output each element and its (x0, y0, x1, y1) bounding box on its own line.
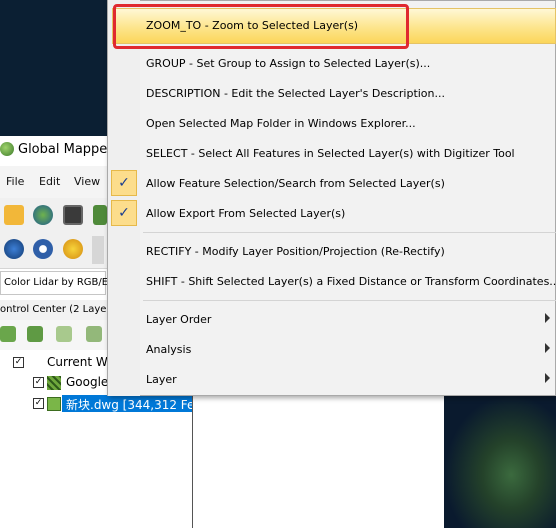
map-layout-icon[interactable] (93, 205, 107, 225)
menu-item-analysis[interactable]: Analysis (146, 343, 191, 356)
layer-style-dropdown-value: Color Lidar by RGB/E (4, 277, 109, 288)
toolbar-overflow-button[interactable] (92, 236, 104, 264)
annotation-highlight-box (113, 4, 409, 49)
layer-properties-icon[interactable] (86, 326, 102, 342)
dwg-layer-checkbox[interactable]: ✓ (33, 398, 44, 409)
window-title: Global Mapper (18, 142, 113, 157)
tree-root-label[interactable]: Current W (47, 355, 108, 369)
checkmark-icon: ✓ (111, 170, 137, 196)
menu-item-rectify[interactable]: RECTIFY - Modify Layer Position/Projecti… (146, 245, 445, 258)
layer-copy-icon[interactable] (27, 326, 43, 342)
submenu-arrow-icon (545, 373, 550, 383)
menu-item-select[interactable]: SELECT - Select All Features in Selected… (146, 147, 515, 160)
menu-item-shift[interactable]: SHIFT - Shift Selected Layer(s) a Fixed … (146, 275, 556, 288)
menu-item-layer-order[interactable]: Layer Order (146, 313, 211, 326)
open-folder-icon[interactable] (4, 205, 24, 225)
menu-item-allow-selection[interactable]: Allow Feature Selection/Search from Sele… (146, 177, 445, 190)
add-layer-icon[interactable] (0, 326, 16, 342)
root-checkbox[interactable]: ✓ (13, 357, 24, 368)
menu-edit[interactable]: Edit (39, 175, 60, 188)
settings-gear-icon[interactable] (33, 239, 53, 259)
menu-view[interactable]: View (74, 175, 100, 188)
context-menu-icon-gutter (108, 0, 140, 396)
submenu-arrow-icon (545, 313, 550, 323)
map-satellite-view (444, 395, 556, 528)
color-lidar-icon[interactable] (63, 239, 83, 259)
menu-item-allow-export[interactable]: Allow Export From Selected Layer(s) (146, 207, 345, 220)
menu-item-description[interactable]: DESCRIPTION - Edit the Selected Layer's … (146, 87, 445, 100)
map-view-blank (192, 395, 445, 528)
tree-item-dwg-label: 新块.dwg [344,312 Fe (66, 398, 195, 412)
remove-layer-icon[interactable] (56, 326, 72, 342)
menu-item-layer[interactable]: Layer (146, 373, 177, 386)
menu-separator (143, 300, 556, 301)
checkmark-icon: ✓ (111, 200, 137, 226)
control-center-title: ontrol Center (2 Laye (0, 304, 107, 315)
vector-layer-icon (47, 397, 61, 411)
tree-item-google[interactable]: Google (66, 375, 108, 389)
menu-item-open-folder[interactable]: Open Selected Map Folder in Windows Expl… (146, 117, 416, 130)
globe-icon[interactable] (33, 205, 53, 225)
world-grid-icon[interactable] (4, 239, 24, 259)
menu-file[interactable]: File (6, 175, 24, 188)
global-mapper-logo-icon (0, 142, 14, 156)
menu-separator (143, 232, 556, 233)
submenu-arrow-icon (545, 343, 550, 353)
google-layer-checkbox[interactable]: ✓ (33, 377, 44, 388)
menu-item-group[interactable]: GROUP - Set Group to Assign to Selected … (146, 57, 430, 70)
save-icon[interactable] (63, 205, 83, 225)
raster-layer-icon (47, 376, 61, 390)
